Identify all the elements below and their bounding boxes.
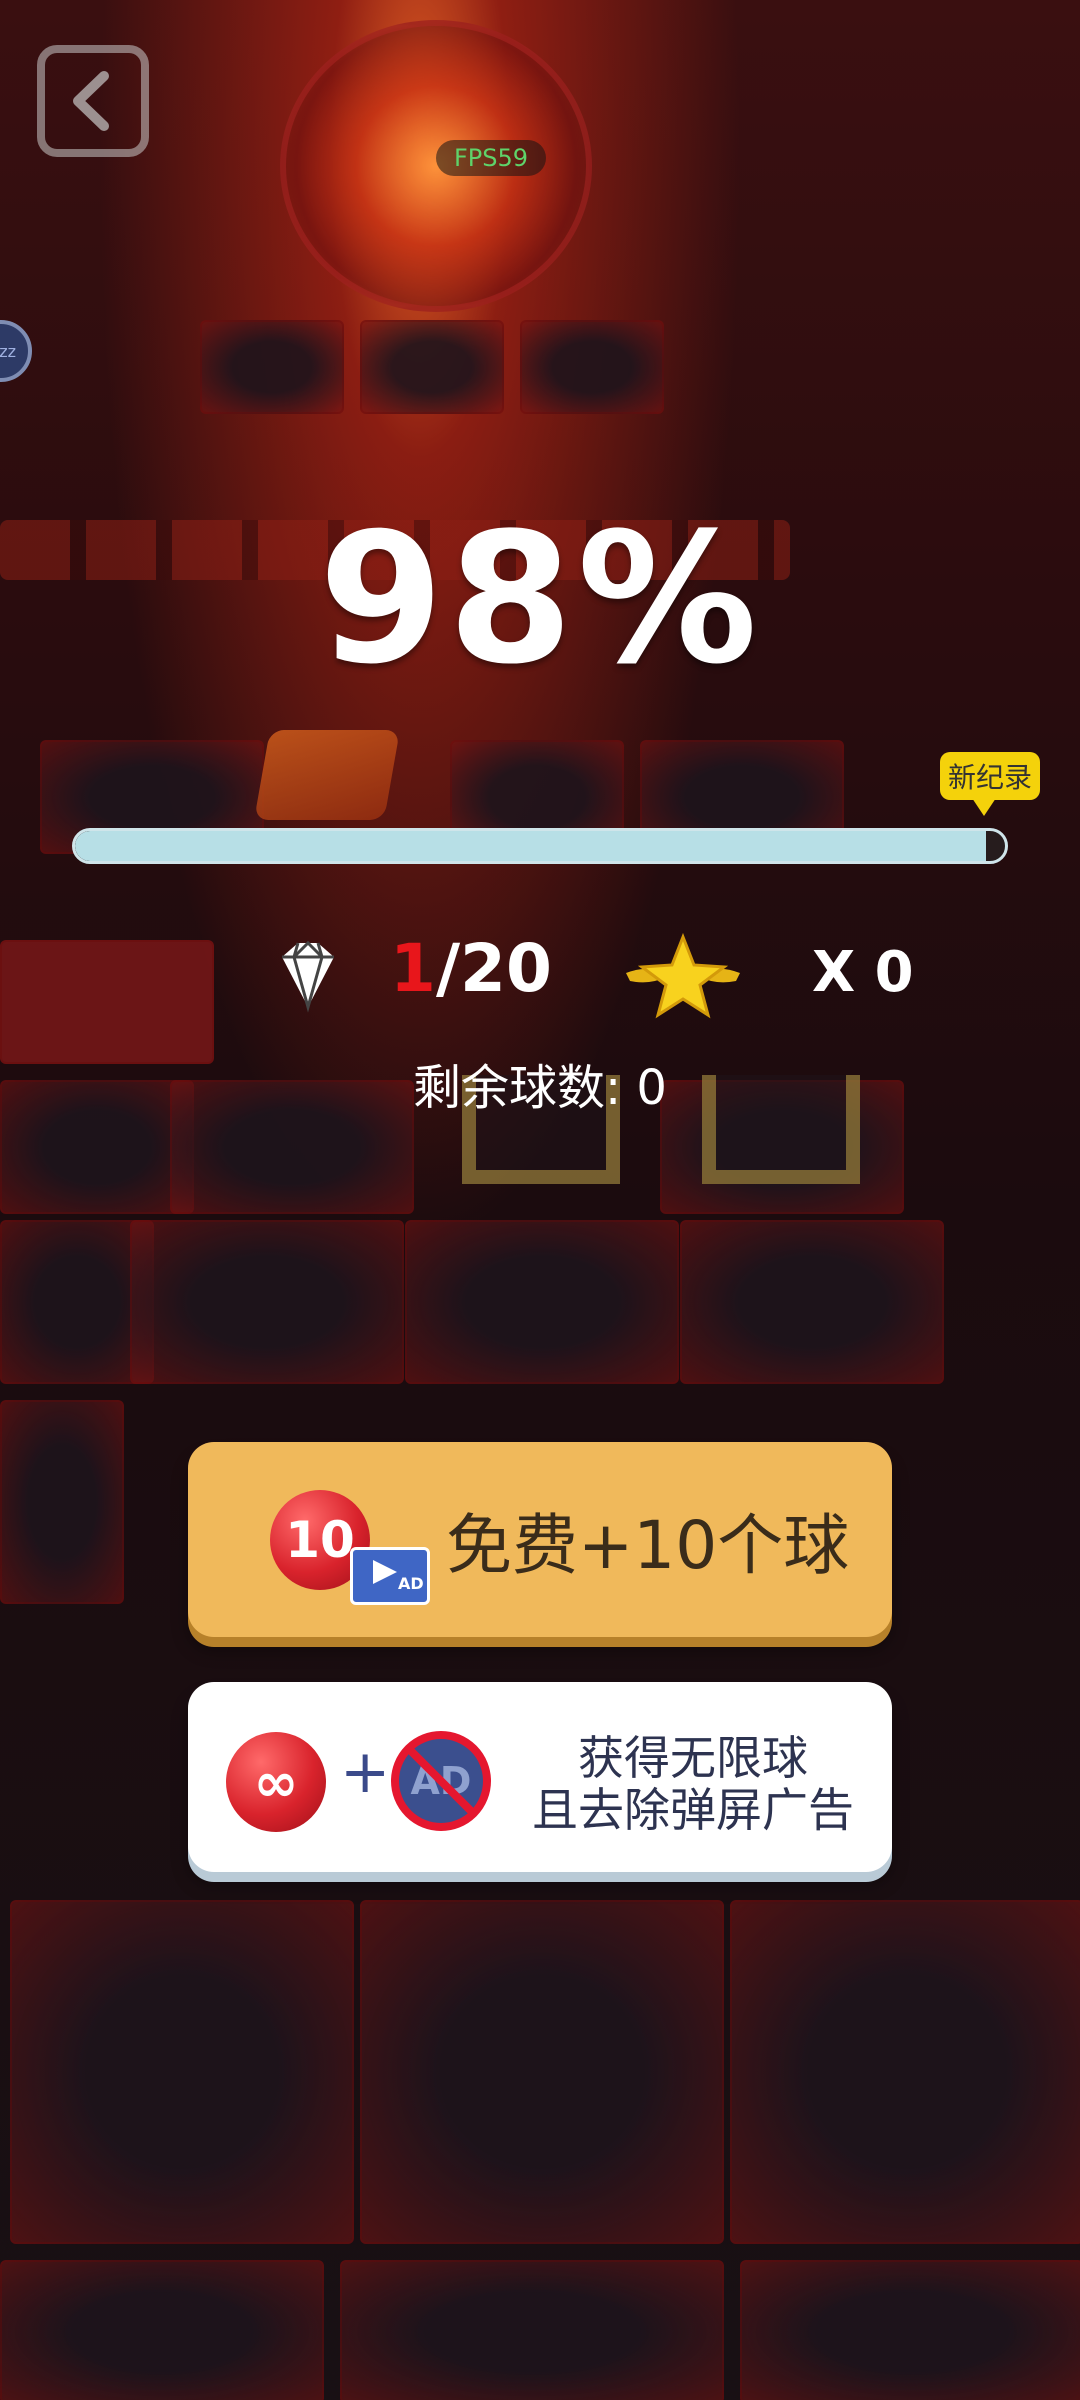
floor-tile (360, 1900, 724, 2244)
unlimited-line-1: 获得无限球 (578, 1731, 808, 1785)
floor-tile (10, 1900, 354, 2244)
floor-tile (360, 320, 504, 414)
floor-tile (340, 2260, 724, 2400)
back-button[interactable] (37, 45, 149, 157)
orange-block (254, 730, 400, 820)
winged-star-icon (626, 933, 740, 1019)
floor-tile (0, 2260, 324, 2400)
floor-tile (405, 1220, 679, 1384)
floor-tile (740, 2260, 1080, 2400)
free-balls-label: 免费+10个球 (446, 1507, 850, 1584)
floor-tile (130, 1220, 404, 1384)
back-arrow-icon (73, 71, 109, 131)
floor-tile (0, 1400, 124, 1604)
star-multiplier: X 0 (812, 940, 914, 1005)
fps-counter: FPS59 (436, 140, 547, 176)
level-progress-percent: 98% (318, 495, 762, 704)
floor-tile (200, 320, 344, 414)
plus-sign: + (340, 1737, 391, 1807)
new-record-tag: 新纪录 (940, 752, 1041, 816)
gem-total: /20 (435, 930, 552, 1007)
no-ad-icon: AD (391, 1731, 491, 1831)
unlimited-balls-button[interactable]: ∞ + AD 获得无限球 且去除弹屏广告 (188, 1682, 892, 1872)
diamond-icon (282, 940, 334, 1013)
infinity-ball-icon: ∞ (226, 1732, 326, 1832)
side-chip[interactable]: zz (0, 320, 32, 382)
unlimited-balls-text: 获得无限球 且去除弹屏广告 (532, 1732, 854, 1836)
level-progress-bar (72, 828, 1008, 864)
floor-tile (520, 320, 664, 414)
ad-tag: AD (398, 1574, 424, 1593)
gem-counter: 1/20 (390, 930, 552, 1007)
portal-background (280, 20, 592, 312)
unlimited-line-2: 且去除弹屏广告 (532, 1783, 854, 1837)
floor-tile (680, 1220, 944, 1384)
gem-current: 1 (390, 930, 436, 1007)
balls-remaining: 剩余球数: 0 (413, 1060, 667, 1116)
floor-tile (0, 940, 214, 1064)
floor-tile (730, 1900, 1080, 2244)
free-10-balls-button[interactable]: 10 AD 免费+10个球 (188, 1442, 892, 1637)
game-screen: FPS59 zz 98% 新纪录 1/20 X 0 剩余球数: 0 10 AD … (0, 0, 1080, 2400)
level-progress-fill (75, 831, 987, 861)
